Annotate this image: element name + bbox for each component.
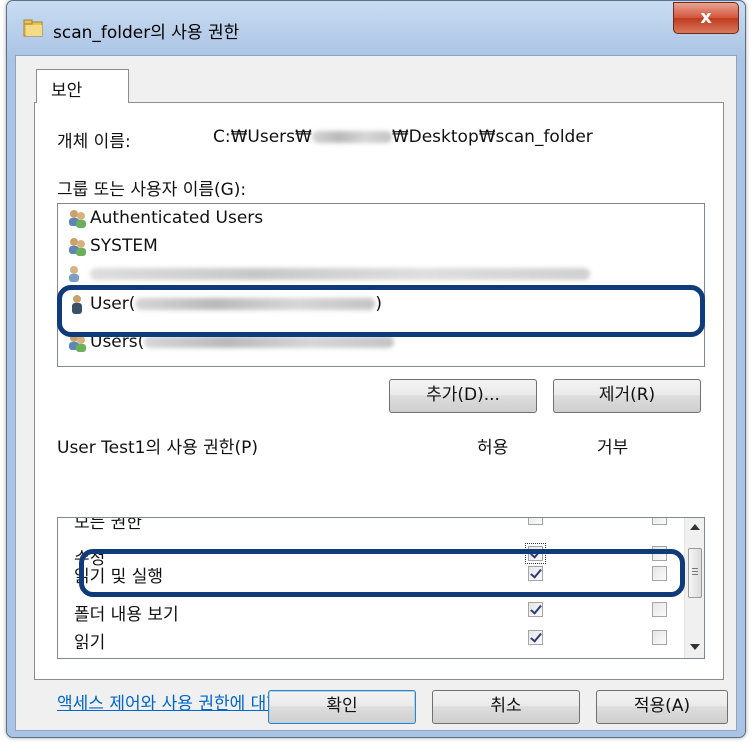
groups-label: 그룹 또는 사용자 이름(G): — [57, 180, 247, 200]
dialog-client: 보안 개체 이름: C:₩Users₩ ₩Desktop₩scan_folder … — [15, 55, 737, 731]
title-bar: scan_folder의 사용 권한 x — [7, 1, 745, 55]
redacted-group — [144, 336, 395, 348]
ok-button[interactable]: 확인 — [268, 690, 416, 724]
tab-security[interactable]: 보안 — [36, 69, 129, 103]
scroll-up-icon[interactable] — [690, 524, 700, 530]
highlight-user-row — [57, 285, 705, 337]
redacted-group — [90, 268, 590, 280]
object-name-label: 개체 이름: — [57, 132, 131, 152]
object-path-prefix: C:₩Users₩ — [213, 127, 312, 147]
close-button[interactable]: x — [673, 2, 739, 34]
permission-name: 모든 권한 — [74, 517, 142, 533]
users-group-icon — [69, 238, 86, 256]
permission-name: 폴더 내용 보기 — [74, 605, 179, 625]
allow-checkbox[interactable] — [528, 602, 543, 617]
scroll-thumb[interactable] — [688, 548, 702, 598]
object-path-suffix: ₩Desktop₩scan_folder — [391, 127, 593, 147]
list-item-administrators[interactable] — [66, 260, 590, 288]
group-name: Authenticated Users — [90, 208, 264, 228]
allow-checkbox[interactable] — [528, 630, 543, 645]
folder-icon — [23, 19, 43, 37]
permissions-scrollbar[interactable] — [684, 518, 704, 658]
deny-checkbox[interactable] — [652, 518, 667, 525]
scroll-down-icon[interactable] — [690, 644, 700, 650]
permissions-dialog: scan_folder의 사용 권한 x 보안 개체 이름: C:₩Users₩… — [6, 0, 746, 738]
users-group-icon — [69, 266, 79, 282]
security-tab-panel: 개체 이름: C:₩Users₩ ₩Desktop₩scan_folder 그룹 … — [34, 102, 724, 714]
remove-button[interactable]: 제거(R) — [553, 379, 701, 413]
permissions-label: User Test1의 사용 권한(P) — [57, 438, 258, 458]
allow-header: 허용 — [477, 438, 509, 458]
list-item-authenticated-users[interactable]: Authenticated Users — [66, 204, 263, 232]
apply-button[interactable]: 적용(A) — [596, 690, 728, 724]
allow-checkbox[interactable] — [528, 518, 543, 525]
permission-row-list-folder: 폴더 내용 보기 — [74, 596, 674, 626]
window-title: scan_folder의 사용 권한 — [53, 23, 240, 43]
deny-checkbox[interactable] — [652, 602, 667, 617]
highlight-modify-row — [79, 549, 685, 597]
list-item-system[interactable]: SYSTEM — [66, 232, 158, 260]
permission-name: 읽기 — [74, 633, 106, 653]
group-name: SYSTEM — [90, 236, 158, 256]
add-button[interactable]: 추가(D)... — [389, 379, 537, 413]
permission-row-full-control: 모든 권한 — [74, 517, 674, 533]
permission-row-read: 읽기 — [74, 624, 674, 654]
users-group-icon — [69, 210, 86, 228]
deny-header: 거부 — [597, 438, 629, 458]
object-path: C:₩Users₩ ₩Desktop₩scan_folder — [213, 127, 593, 147]
redacted-username — [311, 131, 392, 143]
cancel-button[interactable]: 취소 — [432, 690, 580, 724]
deny-checkbox[interactable] — [652, 630, 667, 645]
